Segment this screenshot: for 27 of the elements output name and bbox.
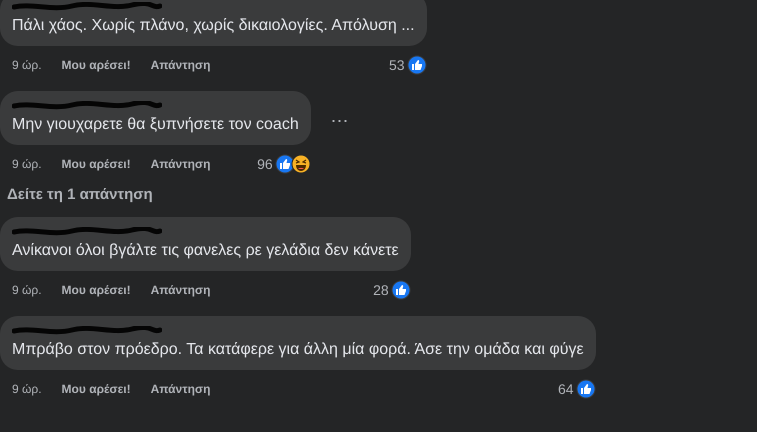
like-link[interactable]: Μου αρέσει! — [62, 58, 131, 72]
reply-link[interactable]: Απάντηση — [150, 382, 210, 396]
comment-text: Πάλι χάος. Χωρίς πλάνο, χωρίς δικαιολογίες. Απόλυση ... — [12, 16, 415, 36]
like-link[interactable]: Μου αρέσει! — [62, 382, 131, 396]
like-link[interactable]: Μου αρέσει! — [62, 157, 131, 171]
reaction-count: 64 — [558, 381, 574, 397]
view-replies-link[interactable]: Δείτε τη 1 απάντηση — [7, 186, 153, 203]
like-reaction-icon — [274, 154, 295, 174]
comment-text: Ανίκανοι όλοι βγάλτε τις φανελες ρε γελάδια δεν κάνετε — [12, 241, 399, 261]
comment-time: 9 ώρ. — [12, 283, 42, 297]
comment-text: Μπράβο στον πρόεδρο. Τα κατάφερε για άλλη μία φορά. Άσε την ομάδα και φύγε — [12, 340, 584, 360]
like-reaction-icon — [390, 280, 411, 300]
comment-time: 9 ώρ. — [12, 58, 42, 72]
reply-link[interactable]: Απάντηση — [150, 58, 210, 72]
like-link[interactable]: Μου αρέσει! — [62, 283, 131, 297]
comment-text: Μην γιουχαρετε θα ξυπνήσετε τον coach — [12, 115, 299, 135]
like-reaction-icon — [406, 55, 427, 75]
reply-link[interactable]: Απάντηση — [150, 157, 210, 171]
reaction-count: 28 — [373, 282, 389, 298]
more-options-button[interactable]: ⋯ — [326, 110, 354, 130]
comment-time: 9 ώρ. — [12, 157, 42, 171]
reaction-count: 53 — [388, 57, 405, 73]
reply-link[interactable]: Απάντηση — [150, 283, 210, 297]
laughing-face-reaction-icon — [290, 154, 311, 174]
like-reaction-icon — [576, 379, 596, 399]
comment-time: 9 ώρ. — [12, 382, 42, 396]
reaction-count: 96 — [257, 156, 273, 172]
